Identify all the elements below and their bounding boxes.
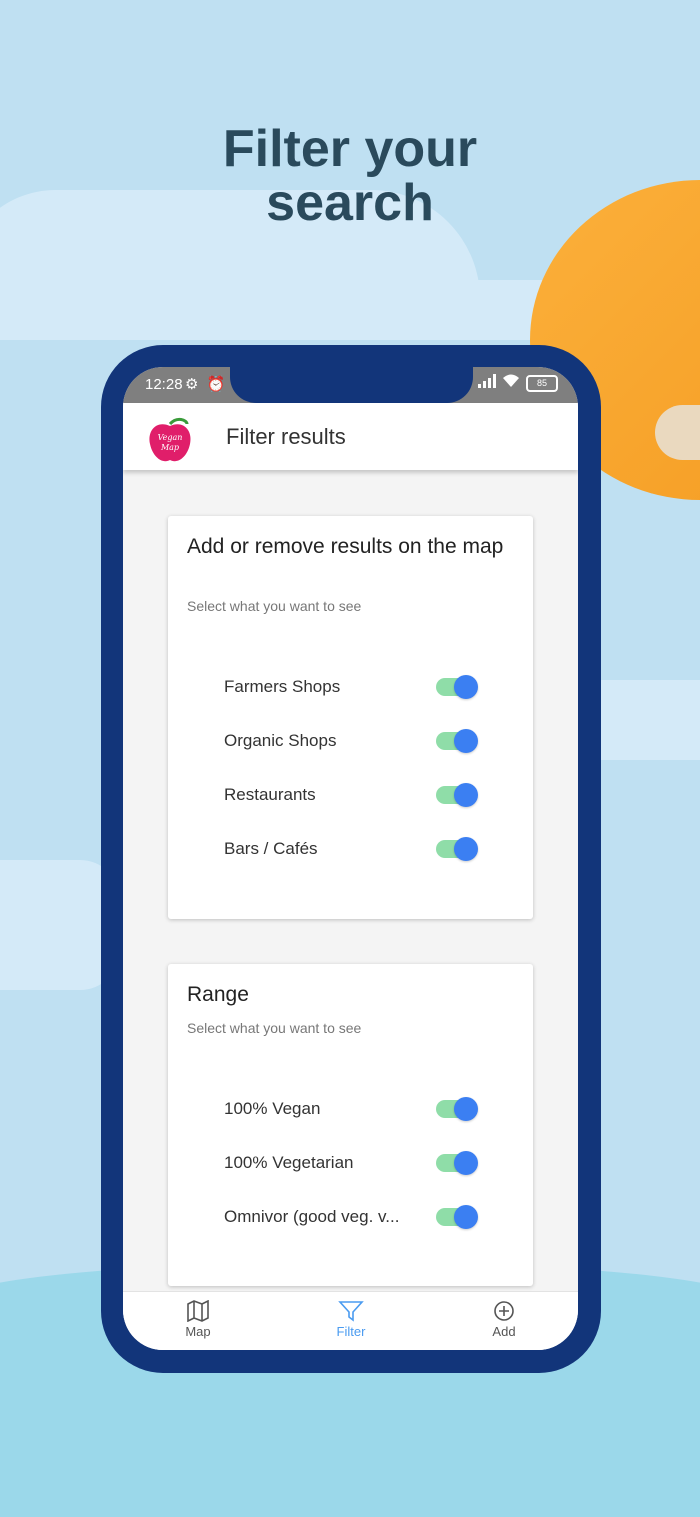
filter-card-range: Range Select what you want to see 100% V…: [168, 964, 533, 1286]
map-icon: [187, 1300, 209, 1322]
toggle-knob: [454, 837, 478, 861]
battery-icon: 85: [526, 374, 558, 392]
toggle-knob: [454, 675, 478, 699]
filter-icon: [338, 1301, 364, 1322]
headline-line-2: search: [266, 174, 434, 232]
toggle-row-100-vegetarian[interactable]: 100% Vegetarian: [224, 1149, 479, 1179]
nav-label: Filter: [336, 1324, 366, 1339]
app-bar: Vegan Map Filter results: [123, 403, 578, 470]
status-icons: ⚙ ⏰: [185, 375, 227, 393]
toggle-knob: [454, 783, 478, 807]
notification-icon: ⚙: [185, 376, 201, 393]
nav-item-filter[interactable]: Filter: [311, 1300, 391, 1339]
toggle-knob: [454, 1151, 478, 1175]
toggle-knob: [454, 1097, 478, 1121]
svg-text:Map: Map: [160, 443, 179, 452]
organic-shops-toggle[interactable]: [436, 729, 478, 753]
nav-item-add[interactable]: Add: [464, 1300, 544, 1339]
vegetarian-toggle[interactable]: [436, 1151, 478, 1175]
restaurants-toggle[interactable]: [436, 783, 478, 807]
filter-card-categories: Add or remove results on the map Select …: [168, 516, 533, 919]
card-title: Add or remove results on the map: [187, 535, 504, 558]
page-title: Filter results: [226, 424, 346, 449]
toggle-row-restaurants[interactable]: Restaurants: [224, 781, 479, 811]
toggle-label: Organic Shops: [224, 731, 337, 750]
status-right: 85: [478, 374, 558, 392]
status-time: 12:28: [145, 376, 183, 393]
toggle-knob: [454, 1205, 478, 1229]
toggle-row-omnivor[interactable]: Omnivor (good veg. v...: [224, 1203, 479, 1233]
wifi-icon: [502, 374, 520, 392]
toggle-label: Farmers Shops: [224, 677, 341, 696]
card-title: Range: [187, 983, 249, 1006]
bars-cafes-toggle[interactable]: [436, 837, 478, 861]
toggle-label: 100% Vegetarian: [224, 1153, 354, 1172]
toggle-row-100-vegan[interactable]: 100% Vegan: [224, 1095, 479, 1125]
nav-label: Add: [492, 1324, 516, 1339]
svg-text:Vegan: Vegan: [158, 433, 183, 442]
toggle-row-organic-shops[interactable]: Organic Shops: [224, 727, 479, 757]
toggle-label: Omnivor (good veg. v...: [224, 1207, 400, 1226]
bottom-nav: Map Filter Add: [123, 1291, 578, 1350]
toggle-label: Bars / Cafés: [224, 839, 318, 858]
toggle-row-bars-cafes[interactable]: Bars / Cafés: [224, 835, 479, 865]
phone-screen: 12:28 ⚙ ⏰ 85 Vegan Map Filter results Ad…: [123, 367, 578, 1350]
card-subtitle: Select what you want to see: [187, 598, 362, 614]
toggle-knob: [454, 729, 478, 753]
phone-notch: [230, 367, 473, 403]
headline: Filter your search: [0, 122, 700, 230]
nav-item-map[interactable]: Map: [158, 1300, 238, 1339]
apple-logo-icon: Vegan Map: [147, 414, 193, 462]
alarm-icon: ⏰: [206, 376, 228, 393]
headline-line-1: Filter your: [222, 120, 478, 178]
toggle-label: 100% Vegan: [224, 1099, 321, 1118]
farmers-shops-toggle[interactable]: [436, 675, 478, 699]
toggle-row-farmers-shops[interactable]: Farmers Shops: [224, 673, 479, 703]
nav-label: Map: [185, 1324, 211, 1339]
vegan-toggle[interactable]: [436, 1097, 478, 1121]
toggle-label: Restaurants: [224, 785, 316, 804]
signal-icon: [478, 374, 496, 392]
omnivor-toggle[interactable]: [436, 1205, 478, 1229]
card-subtitle: Select what you want to see: [187, 1020, 362, 1036]
plus-circle-icon: [494, 1301, 514, 1321]
